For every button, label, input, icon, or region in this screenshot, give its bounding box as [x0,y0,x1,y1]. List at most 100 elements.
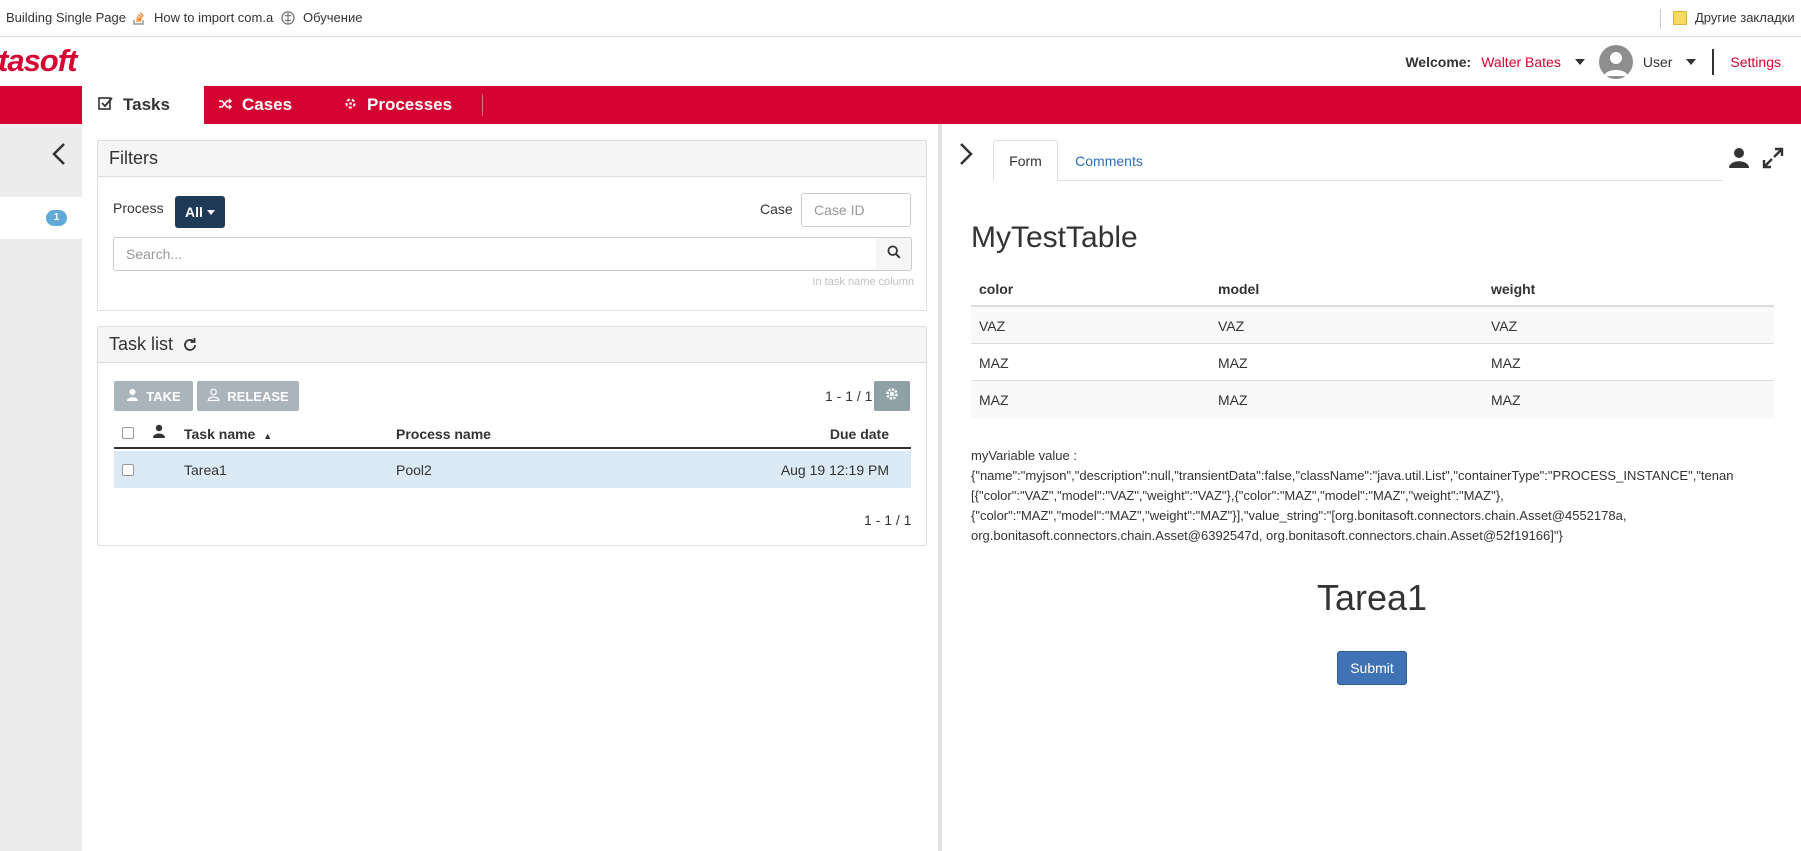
bookmark-item[interactable]: Обучение [281,10,362,25]
table-header: color model weight [971,270,1774,307]
take-button[interactable]: TAKE [114,381,193,411]
panel-title: Filters [98,141,926,177]
variable-output: myVariable value : {"name":"myjson","des… [971,446,1791,546]
table-cell: VAZ [1218,318,1245,334]
table-row[interactable]: Tarea1 Pool2 Aug 19 12:19 PM [114,451,911,488]
task-name-cell: Tarea1 [184,462,227,478]
table-header: Task name ▲ Process name Due date [114,419,911,449]
case-id-input[interactable]: Case ID [801,193,911,227]
column-process-name[interactable]: Process name [396,426,491,442]
tab-processes[interactable]: Processes [344,86,452,124]
logo[interactable]: tasoft [0,43,77,79]
search-input[interactable]: Search... [113,237,877,271]
table-cell: MAZ [1218,355,1248,371]
tab-label: Tasks [123,95,170,114]
tab-comments[interactable]: Comments [1066,140,1152,181]
table-cell: MAZ [1218,392,1248,408]
table-cell: MAZ [1491,392,1521,408]
task-title: Tarea1 [1317,577,1428,618]
logo-text: tasoft [0,43,77,78]
column-due-date[interactable]: Due date [830,426,889,442]
other-bookmarks[interactable]: Другие закладки [1673,10,1795,25]
bookmark-label: How to import com.a [154,10,274,25]
search-hint: In task name column [812,276,915,288]
settings-button[interactable] [874,381,910,411]
submit-button[interactable]: Submit [1337,651,1407,685]
output-line: org.bonitasoft.connectors.chain.Asset@63… [971,528,1563,543]
main-nav: Tasks Cases Processes [0,86,1801,124]
settings-link[interactable]: Settings [1730,54,1781,70]
sort-asc-icon: ▲ [263,431,273,441]
panel-title: Task list [109,334,174,354]
panel-header: Task list [98,327,926,363]
select-all-checkbox[interactable] [122,426,134,442]
assign-user-icon[interactable] [1727,146,1751,170]
bookmark-item[interactable]: Building Single Page [6,10,126,25]
pagination-count: 1 - 1 / 1 [864,512,912,528]
sidebar-item-inbox[interactable]: 1 [0,197,82,239]
gear-icon [885,387,899,406]
sidebar: 1 [0,124,82,851]
bookmark-label: Building Single Page [6,10,126,25]
column-header: weight [1491,281,1536,297]
expand-icon[interactable] [1761,146,1785,170]
chevron-left-icon[interactable] [50,142,68,166]
avatar[interactable] [1598,44,1633,79]
check-square-icon [98,96,113,115]
table-cell: MAZ [979,392,1009,408]
process-label: Process [113,200,164,216]
tab-tasks[interactable]: Tasks [82,86,204,124]
output-line: [{"color":"VAZ","model":"VAZ","weight":"… [971,488,1504,503]
welcome-label: Welcome: [1405,53,1472,70]
tab-cases[interactable]: Cases [218,86,292,124]
table-cell: VAZ [979,318,1006,334]
table-cell: MAZ [1491,355,1521,371]
table-row: VAZ VAZ VAZ [971,307,1774,344]
tasklist-panel: Task list TAKE RELEASE 1 - 1 / 1 Task na… [97,326,927,546]
output-line: {"name":"myjson","description":null,"tra… [971,468,1734,483]
release-button[interactable]: RELEASE [197,381,299,411]
refresh-icon[interactable] [182,337,198,353]
process-name-cell: Pool2 [396,462,432,478]
process-value: All [185,204,203,220]
table-row: MAZ MAZ MAZ [971,381,1774,418]
process-dropdown[interactable]: All [175,196,225,228]
tab-label: Cases [242,95,293,114]
row-checkbox[interactable] [122,463,134,479]
pagination-count: 1 - 1 / 1 [825,388,873,404]
output-line: {"color":"MAZ","model":"MAZ","weight":"M… [971,508,1627,523]
user-icon [126,388,139,404]
user-icon [152,424,166,441]
chevron-down-icon[interactable] [1574,58,1585,65]
brain-icon [281,10,295,25]
bookmarks-bar: Building Single Page How to import com.a… [0,0,1801,37]
chevron-down-icon[interactable] [1686,58,1697,65]
profile-label[interactable]: User [1643,54,1673,70]
release-label: RELEASE [227,388,289,404]
shuffle-icon [218,97,232,114]
other-bookmarks-label: Другие закладки [1695,10,1795,25]
header-divider [1712,48,1715,75]
column-header: model [1218,281,1260,297]
folder-icon [1673,10,1687,25]
table-cell: MAZ [979,355,1009,371]
bookmark-label: Обучение [303,10,363,25]
output-line: myVariable value : [971,448,1077,463]
column-header: color [979,281,1014,297]
user-name[interactable]: Walter Bates [1481,54,1561,70]
column-task-name[interactable]: Task name ▲ [184,426,272,442]
bookmarks-divider [1660,9,1661,29]
user-outline-icon [207,388,220,404]
count-badge: 1 [46,210,67,226]
stackoverflow-icon [132,11,146,25]
table-row: MAZ MAZ MAZ [971,344,1774,381]
chevron-down-icon [206,209,215,215]
panel-splitter[interactable] [938,124,942,851]
tab-label: Processes [367,95,453,114]
case-label: Case [760,201,793,217]
search-button[interactable] [876,237,912,271]
tab-form[interactable]: Form [993,140,1058,181]
bookmark-item[interactable]: How to import com.a [132,10,273,25]
due-date-cell: Aug 19 12:19 PM [780,462,889,478]
chevron-right-icon[interactable] [957,142,975,166]
